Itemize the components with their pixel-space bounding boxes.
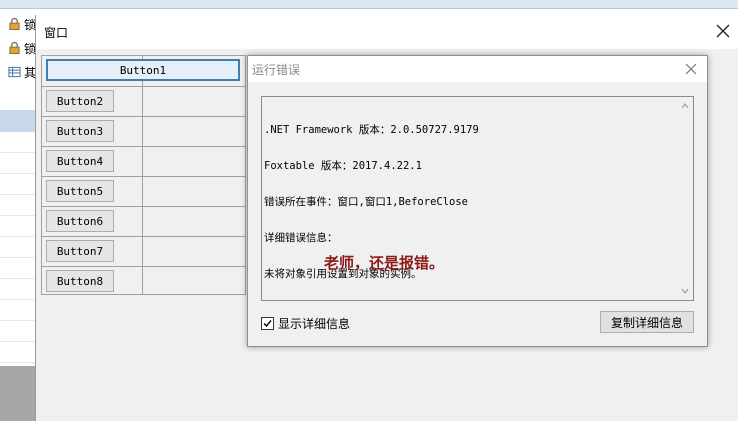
scroll-up-icon[interactable] — [680, 101, 690, 111]
checkbox-box[interactable] — [261, 317, 274, 330]
background-grid — [0, 132, 37, 366]
error-details-textbox[interactable]: .NET Framework 版本：2.0.50727.9179 Foxtabl… — [261, 96, 694, 301]
error-line: Foxtable 版本：2017.4.22.1 — [264, 160, 422, 172]
table-row: Button1 — [42, 56, 245, 87]
lock-icon — [9, 17, 20, 31]
dialog-title: 运行错误 — [252, 62, 301, 77]
button-7[interactable]: Button7 — [46, 240, 114, 262]
table-row: Button5 — [42, 176, 245, 207]
background-row[interactable]: 锁 — [0, 38, 36, 58]
background-grid-header — [0, 110, 36, 132]
lock-icon — [9, 41, 20, 55]
scroll-down-icon[interactable] — [680, 286, 690, 296]
table-row: Button4 — [42, 146, 245, 177]
table-row: Button6 — [42, 206, 245, 237]
table-icon — [8, 66, 21, 78]
table-row: Button2 — [42, 86, 245, 117]
button-1[interactable]: Button1 — [46, 59, 240, 81]
copy-details-button[interactable]: 复制详细信息 — [600, 311, 694, 333]
button-table: Button1 Button2 Button3 Button4 Button5 … — [41, 55, 246, 295]
error-line: 详细错误信息： — [264, 232, 338, 244]
error-details-lines: .NET Framework 版本：2.0.50727.9179 Foxtabl… — [264, 100, 479, 304]
button-8[interactable]: Button8 — [46, 270, 114, 292]
show-details-checkbox[interactable]: 显示详细信息 — [261, 315, 350, 332]
table-row: Button8 — [42, 266, 245, 296]
show-details-label: 显示详细信息 — [278, 317, 351, 331]
button-5[interactable]: Button5 — [46, 180, 114, 202]
background-panel — [0, 366, 36, 421]
background-row[interactable]: 其 — [0, 62, 36, 82]
background-row[interactable]: 锁 — [0, 14, 36, 34]
background-toolbar — [0, 0, 738, 9]
error-line: 错误所在事件：窗口,窗口1,BeforeClose — [264, 196, 469, 208]
table-row: Button7 — [42, 236, 245, 267]
close-icon[interactable] — [683, 61, 699, 77]
error-line: .NET Framework 版本：2.0.50727.9179 — [264, 124, 479, 136]
button-3[interactable]: Button3 — [46, 120, 114, 142]
close-icon[interactable] — [713, 21, 733, 41]
window-titlebar: 窗口 — [36, 15, 738, 49]
button-4[interactable]: Button4 — [46, 150, 114, 172]
button-2[interactable]: Button2 — [46, 90, 114, 112]
overlay-note: 老师，还是报错。 — [324, 254, 445, 272]
checkmark-icon — [263, 320, 272, 328]
button-6[interactable]: Button6 — [46, 210, 114, 232]
table-row: Button3 — [42, 116, 245, 147]
window-title: 窗口 — [44, 25, 69, 40]
error-dialog: 运行错误 .NET Framework 版本：2.0.50727.9179 Fo… — [247, 55, 708, 347]
dialog-titlebar: 运行错误 — [248, 56, 707, 82]
